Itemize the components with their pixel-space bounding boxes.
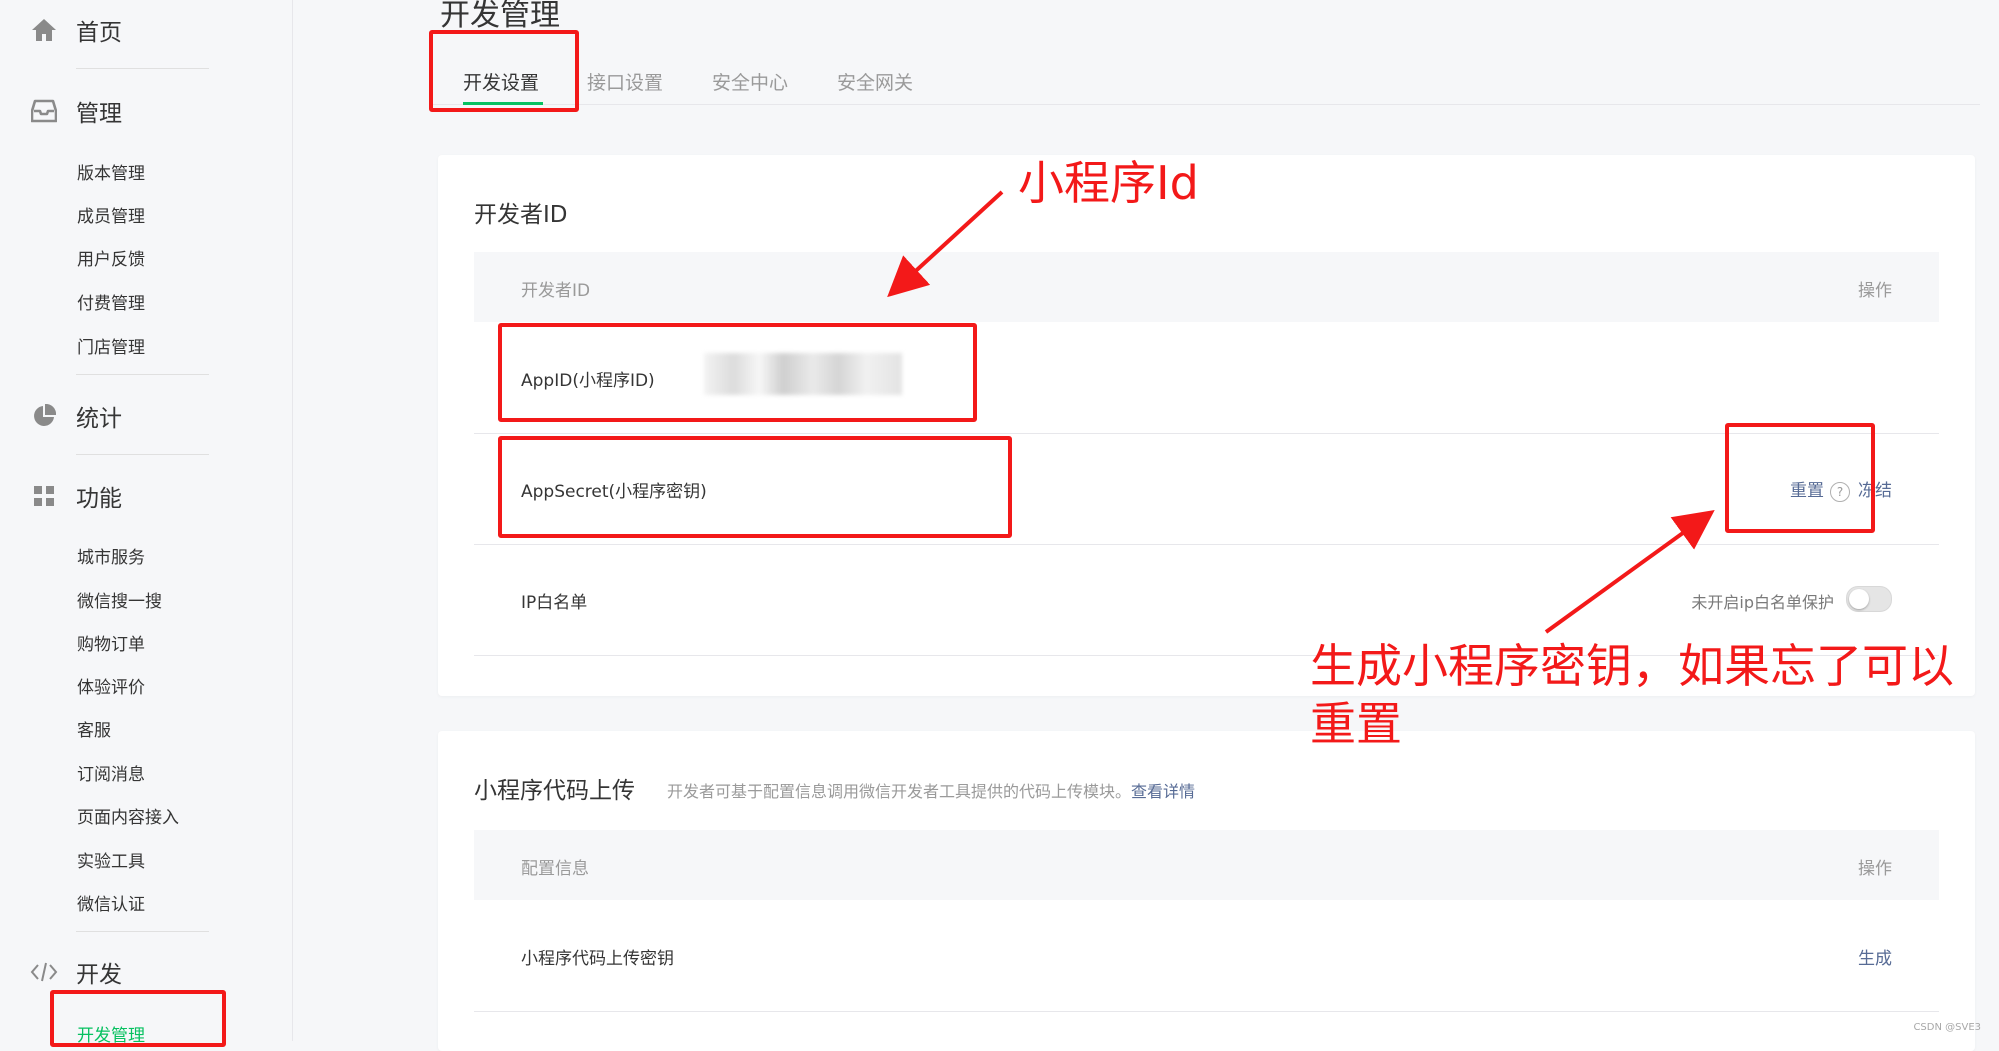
grid-icon — [29, 481, 59, 511]
code-upload-card: 小程序代码上传 开发者可基于配置信息调用微信开发者工具提供的代码上传模块。查看详… — [438, 731, 1975, 1051]
table-row-upload-key: 小程序代码上传密钥 生成 — [474, 900, 1939, 1012]
col-developer-id: 开发者ID — [521, 281, 591, 301]
divider — [76, 68, 209, 69]
tab-api-settings[interactable]: 接口设置 — [587, 68, 663, 95]
nav-features-label: 功能 — [76, 486, 122, 512]
sidebar-item-page-content[interactable]: 页面内容接入 — [77, 803, 179, 828]
developer-id-title: 开发者ID — [474, 202, 568, 228]
nav-home[interactable]: 首页 — [0, 10, 292, 50]
divider — [76, 374, 209, 375]
inbox-icon — [29, 96, 59, 126]
nav-dev-label: 开发 — [76, 962, 122, 988]
nav-dev[interactable]: 开发 — [0, 952, 292, 992]
ip-whitelist-status: 未开启ip白名单保护 — [1691, 593, 1834, 612]
generate-link[interactable]: 生成 — [1858, 944, 1892, 969]
sidebar-item-customer-service[interactable]: 客服 — [77, 716, 111, 741]
nav-manage[interactable]: 管理 — [0, 91, 292, 131]
col-action: 操作 — [1858, 859, 1892, 879]
code-upload-title: 小程序代码上传 — [474, 778, 635, 804]
sidebar-item-payment[interactable]: 付费管理 — [77, 289, 145, 314]
page-title: 开发管理 — [440, 0, 560, 33]
view-details-link[interactable]: 查看详情 — [1131, 782, 1195, 801]
sidebar-item-feedback[interactable]: 用户反馈 — [77, 245, 145, 270]
sidebar-item-lab-tools[interactable]: 实验工具 — [77, 847, 145, 872]
pie-chart-icon — [29, 401, 59, 431]
sidebar: 首页 管理 版本管理 成员管理 用户反馈 付费管理 门店管理 统计 功能 城市服… — [0, 0, 293, 1046]
nav-stats[interactable]: 统计 — [0, 396, 292, 436]
tab-bar: 开发设置 接口设置 安全中心 安全网关 — [430, 58, 1980, 105]
col-config: 配置信息 — [521, 859, 589, 879]
divider — [76, 454, 209, 455]
sidebar-item-version[interactable]: 版本管理 — [77, 159, 145, 184]
annotation-box-actions — [1725, 423, 1875, 533]
annotation-box-sidebar — [50, 990, 226, 1047]
sidebar-item-orders[interactable]: 购物订单 — [77, 630, 145, 655]
watermark: CSDN @SVE3 — [1913, 1022, 1981, 1033]
code-upload-desc-text: 开发者可基于配置信息调用微信开发者工具提供的代码上传模块。 — [667, 782, 1132, 801]
col-action: 操作 — [1858, 281, 1892, 301]
home-icon — [29, 15, 59, 45]
developer-id-table-header: 开发者ID 操作 — [474, 252, 1939, 322]
tab-security-gateway[interactable]: 安全网关 — [837, 68, 913, 95]
ip-whitelist-toggle[interactable] — [1846, 586, 1892, 612]
sidebar-item-subscriptions[interactable]: 订阅消息 — [77, 760, 145, 785]
ip-whitelist-label: IP白名单 — [521, 593, 588, 613]
sidebar-item-reviews[interactable]: 体验评价 — [77, 673, 145, 698]
upload-key-label: 小程序代码上传密钥 — [521, 949, 674, 969]
annotation-box-tab — [429, 30, 579, 112]
annotation-box-appsecret — [498, 436, 1012, 538]
divider — [76, 931, 209, 932]
code-upload-desc: 开发者可基于配置信息调用微信开发者工具提供的代码上传模块。查看详情 — [667, 778, 1195, 802]
annotation-secret-note: 生成小程序密钥，如果忘了可以重置 — [1310, 639, 1954, 751]
nav-home-label: 首页 — [76, 20, 122, 46]
annotation-appid-note: 小程序Id — [1018, 156, 1199, 210]
sidebar-item-certification[interactable]: 微信认证 — [77, 890, 145, 915]
sidebar-item-city-service[interactable]: 城市服务 — [77, 543, 145, 568]
tab-security-center[interactable]: 安全中心 — [712, 68, 788, 95]
nav-manage-label: 管理 — [76, 101, 122, 127]
nav-features[interactable]: 功能 — [0, 476, 292, 516]
sidebar-item-stores[interactable]: 门店管理 — [77, 333, 145, 358]
annotation-box-appid — [498, 323, 977, 422]
sidebar-item-wechat-search[interactable]: 微信搜一搜 — [77, 587, 162, 612]
code-icon — [29, 957, 59, 987]
code-upload-table-header: 配置信息 操作 — [474, 830, 1939, 900]
nav-stats-label: 统计 — [76, 406, 122, 432]
sidebar-item-members[interactable]: 成员管理 — [77, 202, 145, 227]
